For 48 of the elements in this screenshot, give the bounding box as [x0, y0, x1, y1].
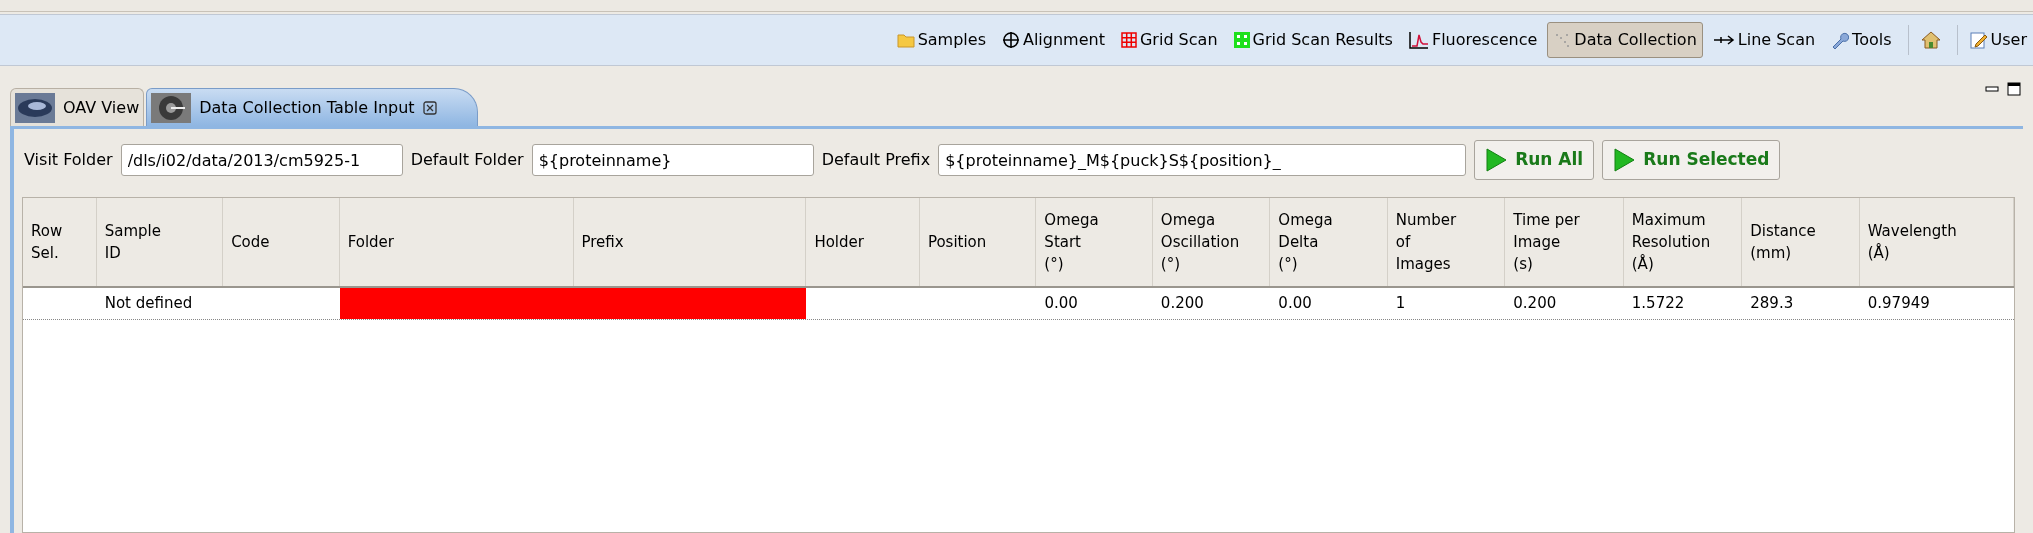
column-header[interactable]: Time per Image (s): [1513, 209, 1580, 275]
column-header[interactable]: Omega Start (°): [1044, 209, 1099, 275]
edit-icon: [1969, 31, 1988, 49]
column-header[interactable]: Row Sel.: [31, 220, 63, 264]
column-header[interactable]: Position: [927, 231, 987, 253]
column-header[interactable]: Omega Delta (°): [1278, 209, 1333, 275]
toolbar-button[interactable]: Data Collection: [1547, 22, 1703, 58]
column-header[interactable]: Number of Images: [1395, 209, 1457, 275]
home-icon: [1920, 31, 1941, 49]
tab[interactable]: OAV View: [10, 88, 145, 126]
chart-icon: [1408, 31, 1429, 49]
grid-icon: [1120, 32, 1137, 48]
column-header[interactable]: Distance (mm): [1750, 220, 1816, 264]
column-header[interactable]: Omega Oscillation (°): [1160, 209, 1240, 275]
maximize-icon[interactable]: [2007, 82, 2021, 96]
run-button[interactable]: Run Selected: [1602, 140, 1781, 180]
arrow-icon: [1712, 34, 1735, 46]
tab[interactable]: Data Collection Table Input: [146, 88, 478, 126]
text-field[interactable]: /dls/i02/data/2013/cm5925-1: [120, 144, 403, 176]
play-icon: [1613, 148, 1636, 172]
column-header[interactable]: Folder: [347, 231, 394, 253]
toolbar-button[interactable]: Alignment: [995, 22, 1111, 58]
column-header[interactable]: Holder: [814, 231, 864, 253]
toolbar-button[interactable]: Grid Scan Results: [1227, 22, 1399, 58]
grid-icon: [1233, 32, 1250, 48]
toolbar-button[interactable]: Grid Scan: [1114, 22, 1224, 58]
toolbar-button[interactable]: Fluorescence: [1402, 22, 1544, 58]
wrench-icon: [1831, 31, 1850, 49]
toolbar-button[interactable]: Line Scan: [1706, 22, 1822, 58]
column-header[interactable]: Code: [231, 231, 270, 253]
column-header[interactable]: Prefix: [581, 231, 624, 253]
toolbar-button[interactable]: Samples: [890, 22, 992, 58]
column-header[interactable]: Maximum Resolution (Å): [1631, 209, 1711, 275]
text-field[interactable]: ${proteinname}_M${puck}S${position}_: [938, 144, 1467, 176]
field-label: Default Prefix: [821, 149, 931, 171]
toolbar-button[interactable]: User: [1963, 22, 2033, 58]
crosshair-icon: [1001, 31, 1020, 49]
run-button[interactable]: Run All: [1474, 140, 1595, 180]
field-label: Visit Folder: [24, 149, 113, 171]
column-header[interactable]: Sample ID: [104, 220, 161, 264]
folder-icon: [896, 32, 915, 48]
toolbar-button[interactable]: Tools: [1825, 22, 1898, 58]
close-icon[interactable]: [422, 100, 437, 115]
field-label: Default Folder: [410, 149, 524, 171]
column-header[interactable]: Wavelength (Å): [1867, 220, 1957, 264]
play-icon: [1485, 148, 1508, 172]
text-field[interactable]: ${proteinname}: [531, 144, 814, 176]
dots-icon: [1553, 31, 1572, 49]
